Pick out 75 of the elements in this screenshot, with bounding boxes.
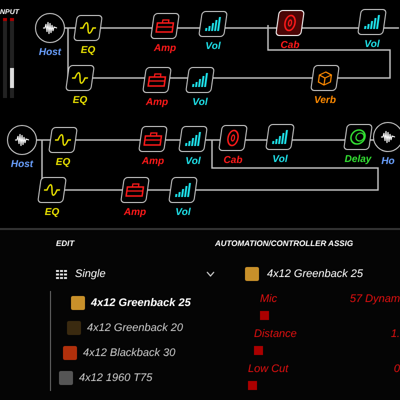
parameter-name: Mic — [260, 292, 278, 304]
edit-heading: EDIT — [56, 238, 76, 250]
block-label: Verb — [314, 94, 336, 108]
effect-block[interactable] — [178, 126, 208, 152]
model-list-item[interactable]: 4x12 Greenback 25 — [71, 290, 215, 316]
block-label: EQ — [56, 156, 70, 170]
volume-bars-icon — [270, 128, 290, 146]
block-label: EQ — [72, 94, 88, 108]
block-label: Ho — [381, 155, 395, 169]
volume-bars-icon — [172, 181, 194, 199]
effect-block[interactable] — [150, 13, 180, 39]
effect-block[interactable] — [142, 67, 172, 93]
grid-icon — [56, 270, 67, 279]
effect-block[interactable] — [73, 15, 103, 41]
amp-icon — [142, 130, 164, 148]
chevron-down-icon[interactable] — [206, 271, 215, 278]
block-label: Vol — [205, 40, 221, 54]
effect-block[interactable] — [310, 65, 340, 91]
model-list-item[interactable]: 4x12 Greenback 20 — [67, 316, 215, 340]
block-label: Vol — [185, 155, 201, 169]
circles-icon — [348, 128, 368, 146]
host-node[interactable] — [373, 122, 400, 152]
effect-block[interactable] — [343, 124, 373, 150]
waveform-icon — [41, 19, 59, 37]
block-label: Vol — [175, 206, 191, 220]
waveform-icon — [379, 128, 397, 146]
block-label: Amp — [146, 96, 168, 110]
block-label: Vol — [192, 96, 208, 110]
block-label: Host — [10, 158, 34, 172]
effect-block[interactable] — [48, 127, 78, 153]
effect-block[interactable] — [265, 124, 295, 150]
effect-block[interactable] — [357, 9, 387, 35]
parameter-value: 0 — [394, 362, 400, 376]
automation-heading: AUTOMATION/CONTROLLER ASSIG — [215, 238, 354, 250]
volume-bars-icon — [182, 130, 204, 148]
volume-bars-icon — [190, 71, 210, 89]
block-label: Amp — [142, 155, 164, 169]
parameter-value: 1. — [390, 326, 400, 342]
effect-block[interactable] — [138, 126, 168, 152]
block-label: Vol — [364, 38, 380, 52]
waveform-icon — [13, 131, 31, 149]
amp-icon — [146, 71, 168, 89]
volume-bars-icon — [202, 15, 224, 33]
parameter-value: 57 Dynam — [350, 292, 400, 306]
block-label: EQ — [80, 44, 96, 58]
model-type-dropdown[interactable]: Single — [75, 266, 198, 282]
block-name: 4x12 Greenback 25 — [267, 267, 364, 282]
block-label: Amp — [124, 206, 146, 220]
eq-curve-icon — [52, 131, 74, 149]
eq-curve-icon — [78, 19, 98, 37]
block-label: Vol — [272, 153, 288, 167]
block-label: Host — [38, 46, 62, 60]
block-label: Cab — [280, 39, 300, 53]
effect-block[interactable] — [198, 11, 228, 37]
block-label: Amp — [154, 42, 176, 56]
amp-icon — [124, 181, 146, 199]
amp-icon — [154, 17, 176, 35]
volume-bars-icon — [362, 13, 382, 31]
block-label: Cab — [224, 154, 242, 168]
parameter-name: Low Cut — [248, 362, 288, 374]
parameter-name: Distance — [254, 328, 297, 340]
effect-block[interactable] — [120, 177, 150, 203]
block-label: EQ — [44, 206, 60, 220]
block-label: Delay — [344, 153, 372, 167]
eq-curve-icon — [70, 69, 90, 87]
effect-block[interactable] — [37, 177, 67, 203]
eq-curve-icon — [42, 181, 62, 199]
effect-block[interactable] — [168, 177, 198, 203]
host-node[interactable] — [35, 13, 65, 43]
effect-block[interactable] — [218, 125, 248, 151]
model-list-item[interactable]: 4x12 Blackback 30 — [63, 340, 215, 366]
effect-block[interactable] — [185, 67, 215, 93]
host-node[interactable] — [7, 125, 37, 155]
model-list-item[interactable]: 4x12 1960 T75 — [59, 366, 215, 390]
effect-block[interactable] — [65, 65, 95, 91]
